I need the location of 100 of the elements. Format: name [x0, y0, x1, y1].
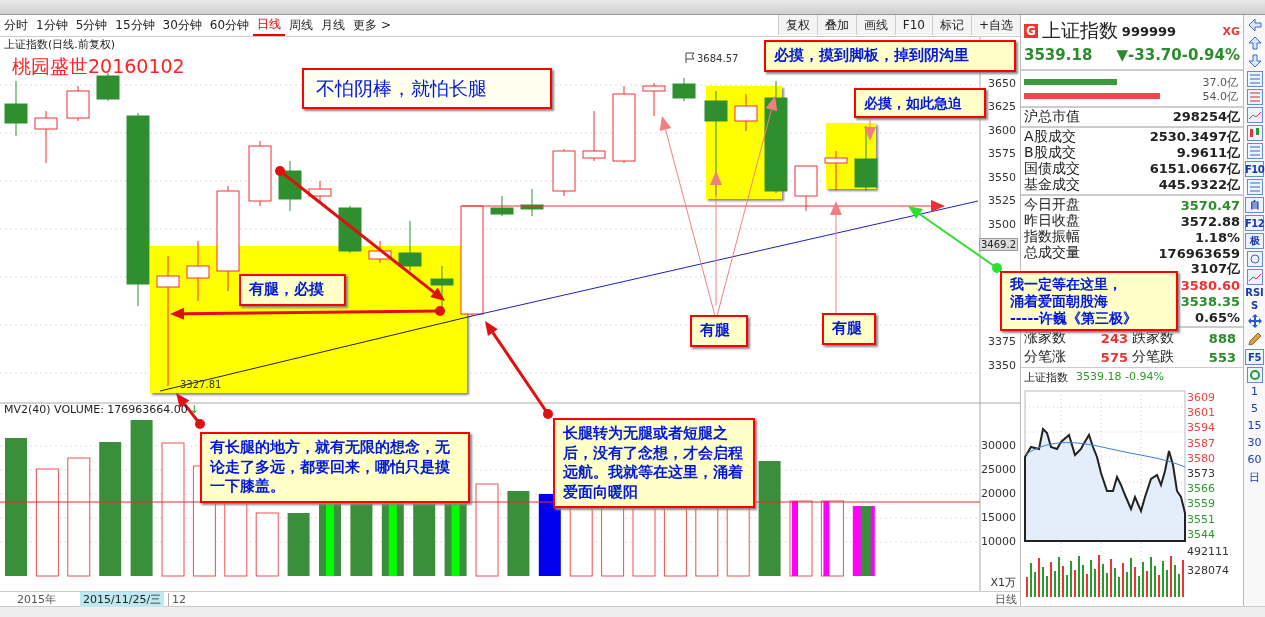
period-tab[interactable]: 30分钟	[158, 15, 206, 36]
axis-label: 3580	[1187, 451, 1215, 465]
toolbar-icon[interactable]: RSI	[1245, 287, 1264, 298]
down-arrow-icon: ↓	[189, 402, 200, 416]
period-tab[interactable]: 5分钟	[71, 15, 112, 36]
scrollbar[interactable]	[0, 606, 1265, 617]
toolbar-icon[interactable]: 极	[1245, 233, 1264, 249]
period-button[interactable]: 1	[1251, 385, 1258, 400]
grid-icon[interactable]	[1246, 71, 1263, 87]
period-button[interactable]: 60	[1247, 453, 1262, 468]
axis-label: 3587	[1187, 436, 1215, 450]
callout: 不怕阴棒，就怕长腿	[302, 68, 552, 109]
pencil-icon[interactable]	[1246, 331, 1263, 347]
callout: 长腿转为无腿或者短腿之后，没有了念想，才会启程远航。我就等在这里，涌着爱面向暖阳	[553, 418, 755, 508]
volume-title: MV2(40) VOLUME: 176963664.00	[4, 402, 188, 416]
axis-label: 20000	[981, 486, 1016, 500]
toolbar-button[interactable]: 画线	[855, 15, 895, 36]
stat-value: 9.9611亿	[1176, 144, 1240, 162]
period-tab[interactable]: 分时	[0, 15, 32, 36]
candle	[734, 93, 758, 132]
stat-label: 基金成交	[1024, 176, 1080, 194]
chart-title: 上证指数(日线.前复权)	[4, 36, 116, 52]
stat-label: 涨家数	[1024, 329, 1066, 347]
grid-icon[interactable]	[1246, 143, 1263, 159]
callout: 有长腿的地方，就有无限的想念，无论走了多远，都要回来，哪怕只是摸一下膝盖。	[200, 432, 470, 503]
stat-value: 3538.35	[1180, 293, 1240, 309]
arrow-icon[interactable]	[1246, 17, 1263, 33]
axis-label: 3594	[1187, 421, 1215, 435]
period-tab[interactable]: 更多 >	[349, 15, 395, 36]
period-button[interactable]: 15	[1247, 419, 1262, 434]
axis-label: 492111	[1187, 545, 1229, 558]
candle	[248, 140, 272, 207]
toolbar-button[interactable]: +自选	[970, 15, 1020, 36]
axis-label: 3601	[1187, 406, 1215, 420]
period-button[interactable]: 5	[1251, 402, 1258, 417]
axis-label: 3551	[1187, 512, 1215, 526]
index-code: 999999	[1121, 23, 1177, 39]
candlestick-icon[interactable]	[1246, 125, 1263, 141]
grid-icon[interactable]	[1246, 179, 1263, 195]
toolbar-button[interactable]: 叠加	[816, 15, 856, 36]
chart-note: 桃园盛世20160102	[12, 53, 185, 79]
toolbar-icon[interactable]: 自	[1245, 197, 1264, 213]
axis-label: 3650	[988, 76, 1016, 90]
toolbar-icon[interactable]: F5	[1245, 349, 1264, 365]
period-button[interactable]: 30	[1247, 436, 1262, 451]
axis-label: 3375	[988, 335, 1016, 349]
volume-bar	[255, 512, 279, 577]
period-tab[interactable]: 15分钟	[111, 15, 159, 36]
refresh-icon[interactable]	[1246, 367, 1263, 383]
line-chart-icon[interactable]	[1246, 107, 1263, 123]
callout-line: -----许巍《第三极》	[1010, 309, 1139, 327]
candle	[552, 148, 576, 197]
stat-label: 总成交量	[1024, 244, 1080, 262]
candle	[490, 195, 514, 217]
stat-value: 888	[1207, 330, 1237, 346]
toolbar-button[interactable]: 复权	[777, 15, 817, 36]
candle	[278, 160, 302, 212]
arrow-icon[interactable]	[1246, 53, 1263, 69]
stat-value: 0.65%	[1194, 309, 1240, 325]
volume-bar	[852, 505, 875, 576]
stat-label: 今日开盘	[1024, 196, 1080, 214]
candle	[96, 72, 120, 102]
axis-label: 25000	[981, 462, 1016, 476]
move-icon[interactable]	[1246, 313, 1263, 329]
arrow-icon[interactable]	[1246, 35, 1263, 51]
candle	[642, 82, 666, 117]
candle	[794, 165, 818, 212]
candle	[368, 240, 392, 264]
stat-label: 分笔涨	[1024, 348, 1066, 366]
axis-label: 328074	[1187, 564, 1229, 577]
period-tab[interactable]: 日线	[253, 15, 286, 36]
toolbar-button[interactable]: 标记	[931, 15, 971, 36]
stat-label: A股成交	[1024, 128, 1076, 145]
callout: 有腿	[690, 315, 748, 347]
stat-value: 3572.88	[1180, 213, 1240, 229]
grid-icon[interactable]	[1246, 89, 1263, 105]
badge: G	[1024, 24, 1038, 38]
index-price: 3539.18	[1024, 46, 1093, 64]
flow-value: 37.0亿	[1202, 75, 1238, 90]
period-tab[interactable]: 月线	[317, 15, 350, 36]
toolbar-icon[interactable]: S	[1250, 300, 1259, 311]
period-button[interactable]: 日	[1249, 470, 1260, 485]
date-label: 12	[168, 592, 190, 606]
axis-label: 3609	[1187, 391, 1215, 404]
candle	[398, 220, 422, 272]
candle	[582, 110, 606, 162]
high-price-label: 3684.57	[697, 52, 739, 64]
flow-value: 54.0亿	[1202, 89, 1238, 104]
period-tab[interactable]: 周线	[285, 15, 318, 36]
toolbar-button[interactable]: F10	[894, 15, 932, 36]
period-tab[interactable]: 1分钟	[32, 15, 72, 36]
line-chart-icon[interactable]	[1246, 269, 1263, 285]
volume-bar	[287, 512, 310, 576]
axis-label: 3600	[988, 123, 1016, 137]
stat-value: 298254亿	[1172, 108, 1240, 126]
stat-label: 分笔跌	[1132, 348, 1174, 366]
stat-value: 3580.60	[1180, 277, 1240, 293]
mini-chart-reading: 3539.18 -0.94%	[1076, 370, 1164, 385]
period-tab[interactable]: 60分钟	[205, 15, 254, 36]
stat-value: 3570.47	[1180, 197, 1240, 213]
